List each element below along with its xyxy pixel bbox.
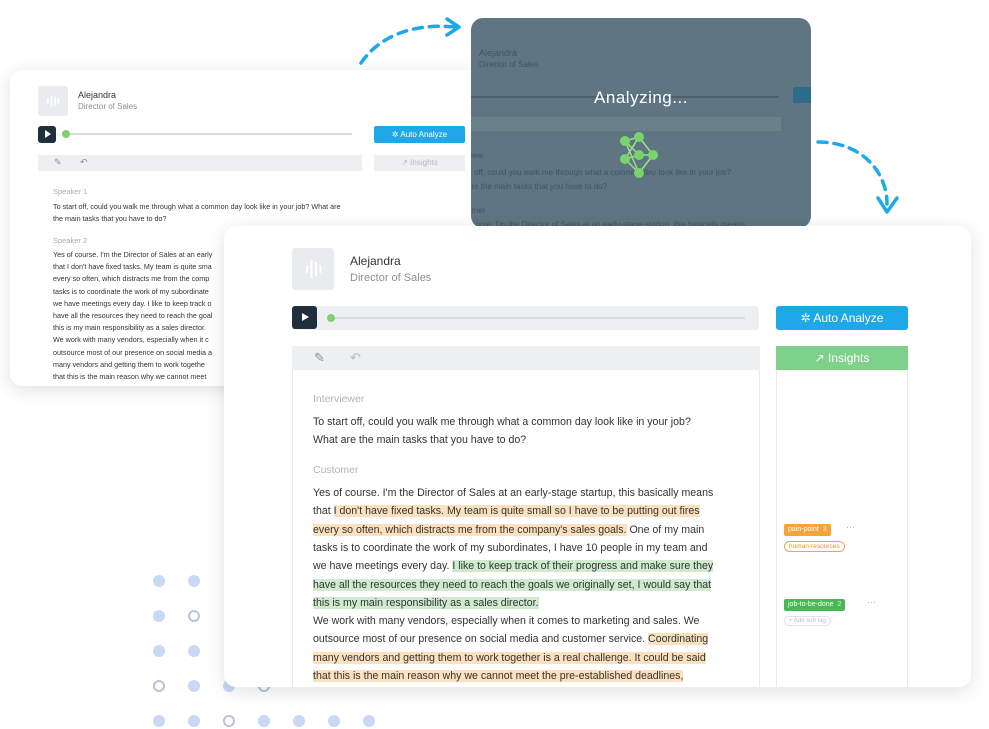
- transcript-line: What are the main tasks that you have to…: [313, 434, 527, 446]
- transcript-line: have all the resources they need to reac…: [313, 576, 712, 594]
- flow-arrow-icon: [816, 140, 899, 214]
- highlight-job-to-be-done[interactable]: this is my main responsibility as a sale…: [313, 596, 539, 609]
- trend-icon: ↗: [401, 158, 411, 167]
- audio-progress-knob[interactable]: [62, 130, 70, 138]
- transcript-line: Yes of course. I'm the Director of Sales…: [53, 250, 213, 259]
- editor-toolbar: [292, 346, 760, 370]
- speaker-label-customer: Customer: [313, 464, 359, 476]
- transcript-line: have all the resources they need to reac…: [53, 311, 213, 320]
- undo-icon[interactable]: ↶: [350, 350, 361, 366]
- tag-pain-point[interactable]: pain-point 3: [784, 524, 831, 536]
- transcript-line: that I don't have fixed tasks. My team i…: [313, 502, 700, 520]
- insights-tab[interactable]: ↗ Insights: [374, 155, 465, 171]
- transcript-line: outsource most of our presence on social…: [313, 630, 709, 648]
- more-options-icon[interactable]: ···: [867, 597, 876, 607]
- highlight-pain-point[interactable]: Coordinating: [648, 633, 709, 646]
- highlight-job-to-be-done[interactable]: I like to keep track of their progress a…: [452, 560, 714, 573]
- transcript-line: that this is the main reason why we cann…: [53, 372, 207, 381]
- waveform-icon: [306, 260, 322, 278]
- flow-arrow-icon: [359, 17, 461, 65]
- transcript-line: that I don't have fixed tasks. My team i…: [53, 262, 212, 272]
- transcript-line: We work with many vendors, especially wh…: [53, 335, 209, 345]
- transcript-line: this is my main responsibility as a sale…: [53, 323, 206, 333]
- transcript-line: every so often, which distracts me from …: [53, 274, 210, 284]
- speaker1-text: To start off, could you walk me through …: [53, 202, 341, 223]
- ghost-transcript-line: rt off, could you walk me through what a…: [471, 168, 731, 177]
- highlight-job-to-be-done[interactable]: have all the resources they need to reac…: [313, 578, 712, 591]
- transcript-text: that: [313, 505, 334, 518]
- transcript-line: every so often, which distracts me from …: [313, 521, 704, 539]
- ghost-transcript-line: view: [471, 151, 484, 160]
- user-role: Director of Sales: [350, 272, 432, 284]
- transcript-text: tasks is to coordinate the work of my su…: [313, 541, 708, 554]
- network-icon: ✲: [800, 311, 814, 325]
- undo-icon[interactable]: ↶: [80, 157, 88, 168]
- user-name: Alejandra: [78, 90, 117, 100]
- transcript-line: tasks is to coordinate the work of my su…: [313, 539, 708, 557]
- ghost-transcript-line: are the main tasks that you have to do?: [471, 182, 608, 191]
- ghost-transcript-line: omer: [471, 206, 486, 215]
- play-button[interactable]: [292, 306, 317, 329]
- transcript-text: we have meetings every day.: [313, 560, 453, 573]
- tag-job-to-be-done[interactable]: job-to-be-done 2: [784, 599, 846, 611]
- audio-progress-track[interactable]: [327, 317, 745, 319]
- highlight-pain-point[interactable]: I don't have fixed tasks. My team is qui…: [333, 505, 700, 518]
- audio-progress-track[interactable]: [62, 133, 352, 135]
- user-role: Director of Sales: [78, 102, 138, 111]
- more-options-icon[interactable]: ···: [846, 522, 855, 532]
- user-name: Alejandra: [479, 48, 518, 58]
- transcript-text: One of my main: [626, 523, 705, 536]
- auto-analyze-button[interactable]: ✲ Auto Analyze: [776, 306, 908, 330]
- transcript-text: Yes of course. I'm the Director of Sales…: [313, 487, 714, 499]
- transcript-line: we have meetings every day. I like to ke…: [53, 298, 212, 308]
- analyzing-status: Analyzing...: [594, 88, 688, 107]
- transcript-line: tasks is to coordinate the work of my su…: [53, 286, 209, 296]
- transcript-text: outsource most of our presence on social…: [313, 633, 649, 646]
- transcript-line: many vendors and getting them to work to…: [53, 359, 205, 369]
- trend-icon: ↗: [814, 351, 829, 365]
- speaker-label-interviewer: Interviewer: [313, 393, 365, 405]
- transcript-text: We work with many vendors, especially wh…: [313, 615, 700, 628]
- highlight-pain-point[interactable]: that this is the main reason why we cann…: [313, 670, 684, 682]
- transcript-line: outsource most of our presence on social…: [53, 347, 213, 357]
- user-role: Director of Sales: [479, 60, 539, 69]
- transcript-line: We work with many vendors, especially wh…: [313, 612, 699, 630]
- speaker-label: Speaker 1: [53, 187, 88, 196]
- audio-progress-knob[interactable]: [327, 314, 335, 322]
- play-button[interactable]: [38, 126, 56, 143]
- highlight-pain-point[interactable]: many vendors and getting them to work to…: [313, 651, 706, 664]
- audio-avatar: [38, 86, 68, 116]
- transcript-line: many vendors and getting them to work to…: [313, 649, 706, 667]
- analyzing-overlay-card: Alejandra Director of Sales view rt off, …: [471, 18, 811, 228]
- transcript-card: Alejandra Director of Sales ✲ Auto Analy…: [224, 226, 971, 687]
- pencil-icon[interactable]: ✎: [314, 350, 325, 366]
- transcript-line: that this is the main reason why we cann…: [313, 667, 684, 685]
- transcript-line: To start off, could you walk me through …: [313, 416, 691, 428]
- transcript-line: Yes of course. I'm the Director of Sales…: [313, 484, 713, 502]
- user-name: Alejandra: [350, 254, 401, 268]
- audio-avatar: [292, 248, 334, 290]
- pencil-icon[interactable]: ✎: [54, 157, 62, 168]
- transcript-line: this is my main responsibility as a sale…: [313, 594, 539, 612]
- transcript-line: we have meetings every day. I like to ke…: [313, 557, 714, 575]
- insights-tab[interactable]: ↗ Insights: [776, 346, 908, 370]
- ghost-toolbar: [471, 117, 781, 131]
- auto-analyze-button[interactable]: ✲ Auto Analyze: [374, 126, 465, 143]
- neural-network-icon: [620, 132, 658, 178]
- highlight-pain-point[interactable]: every so often, which distracts me from …: [313, 523, 627, 536]
- tag-human-resources[interactable]: human-resources: [784, 541, 845, 552]
- waveform-icon: [47, 95, 60, 107]
- speaker-label: Speaker 2: [53, 236, 88, 245]
- add-sub-tag-button[interactable]: + Add sub tag: [784, 616, 831, 626]
